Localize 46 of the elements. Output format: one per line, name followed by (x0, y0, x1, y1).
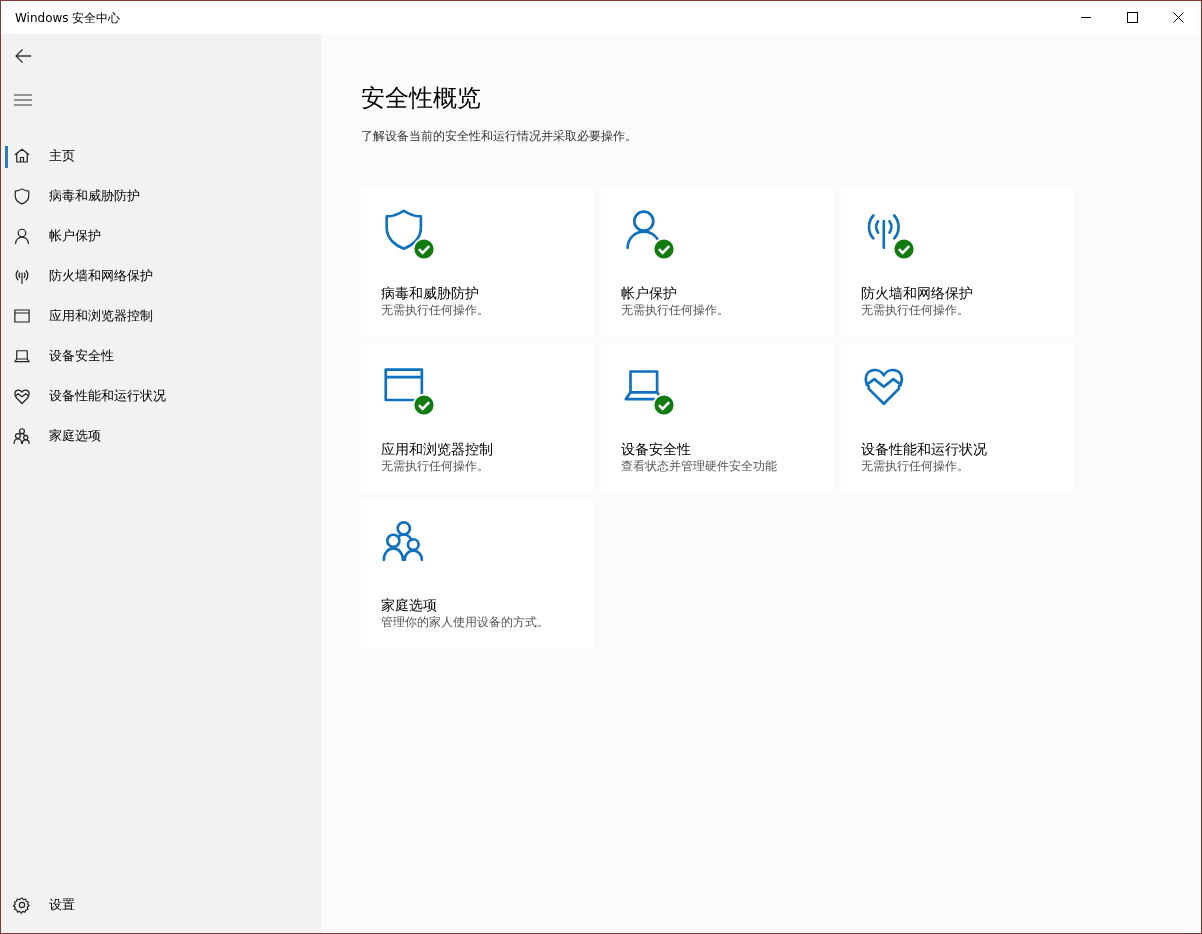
home-icon (13, 147, 31, 165)
tile-status: 管理你的家人使用设备的方式。 (381, 613, 550, 630)
heart-pulse-icon (13, 387, 31, 405)
window-icon (13, 307, 31, 325)
status-tile[interactable]: 设备安全性 查看状态并管理硬件安全功能 (601, 343, 834, 493)
sidebar-item[interactable]: 设备安全性 (1, 336, 114, 376)
tile-title: 设备安全性 (621, 439, 692, 458)
sidebar-item[interactable]: 病毒和威胁防护 (1, 176, 140, 216)
page-subtitle: 了解设备当前的安全性和运行情况并采取必要操作。 (361, 127, 638, 145)
people-icon (13, 427, 31, 445)
status-tile[interactable]: 家庭选项 管理你的家人使用设备的方式。 (361, 499, 594, 649)
page-title: 安全性概览 (361, 84, 482, 113)
settings-item[interactable]: 设置 (1, 885, 75, 925)
status-tile[interactable]: 设备性能和运行状况 无需执行任何操作。 (841, 343, 1074, 493)
tile-status: 无需执行任何操作。 (381, 301, 490, 318)
tile-title: 家庭选项 (381, 595, 438, 614)
tile-status: 查看状态并管理硬件安全功能 (621, 457, 778, 474)
settings-icon (13, 896, 31, 914)
tile-status: 无需执行任何操作。 (381, 457, 490, 474)
sidebar-item[interactable]: 应用和浏览器控制 (1, 296, 153, 336)
back-arrow-icon (14, 48, 32, 64)
laptop-icon (13, 347, 31, 365)
tile-title: 防火墙和网络保护 (861, 283, 974, 302)
status-tile[interactable]: 防火墙和网络保护 无需执行任何操作。 (841, 187, 1074, 337)
antenna-icon (13, 267, 31, 285)
sidebar-item[interactable]: 防火墙和网络保护 (1, 256, 153, 296)
maximize-icon (1126, 12, 1138, 23)
tile-title: 应用和浏览器控制 (381, 439, 494, 458)
tile-status: 无需执行任何操作。 (861, 457, 970, 474)
sidebar-item[interactable]: 主页 (1, 136, 75, 176)
person-icon (13, 227, 31, 245)
tile-title: 帐户保护 (621, 283, 678, 302)
status-tile[interactable]: 病毒和威胁防护 无需执行任何操作。 (361, 187, 594, 337)
tile-title: 设备性能和运行状况 (861, 439, 988, 458)
shield-icon (13, 187, 31, 205)
close-icon (1172, 12, 1184, 23)
status-tile[interactable]: 帐户保护 无需执行任何操作。 (601, 187, 834, 337)
status-tile[interactable]: 应用和浏览器控制 无需执行任何操作。 (361, 343, 594, 493)
tile-status: 无需执行任何操作。 (861, 301, 970, 318)
menu-icon (14, 94, 32, 106)
sidebar-item[interactable]: 设备性能和运行状况 (1, 376, 166, 416)
tile-title: 病毒和威胁防护 (381, 283, 480, 302)
sidebar-item[interactable]: 帐户保护 (1, 216, 101, 256)
tile-status: 无需执行任何操作。 (621, 301, 730, 318)
sidebar-item[interactable]: 家庭选项 (1, 416, 101, 456)
window-title: Windows 安全中心 (14, 9, 122, 27)
